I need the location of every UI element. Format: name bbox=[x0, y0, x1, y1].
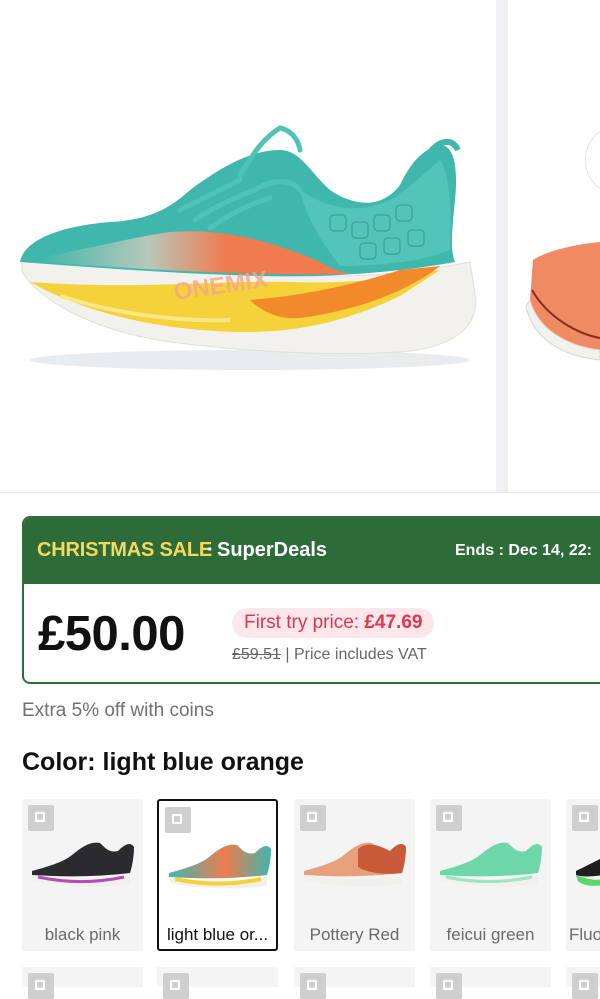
original-price: £59.51 bbox=[232, 646, 281, 663]
next-product-image[interactable] bbox=[508, 0, 600, 493]
shoe-thumbnail bbox=[440, 842, 542, 887]
color-option-label: feicui green bbox=[446, 925, 535, 944]
color-option-black-pink[interactable]: black pink bbox=[22, 799, 143, 951]
sale-end-date: Ends : Dec 14, 22: bbox=[455, 542, 592, 559]
shoe-thumbnail bbox=[32, 842, 134, 887]
sale-separator: · bbox=[207, 539, 214, 561]
vat-note: Price includes VAT bbox=[294, 646, 427, 663]
shoe-illustration: ONEMIX bbox=[20, 125, 477, 370]
shoe-thumbnail bbox=[169, 844, 271, 889]
color-option-label: black pink bbox=[44, 925, 121, 944]
color-option-fluo[interactable]: Fluo bbox=[566, 799, 600, 951]
coins-offer-text: Extra 5% off with coins bbox=[22, 700, 214, 721]
sale-subtitle: SuperDeals bbox=[217, 539, 328, 561]
color-option-row2[interactable] bbox=[430, 967, 551, 999]
zoom-icon[interactable] bbox=[163, 973, 189, 999]
sale-name: CHRISTMAS SALE bbox=[37, 539, 212, 561]
color-option-label: Fluo bbox=[569, 925, 600, 944]
gallery-divider-line bbox=[0, 492, 600, 493]
zoom-icon[interactable] bbox=[300, 973, 326, 999]
shoe-preview-illustration bbox=[525, 242, 600, 361]
shoe-thumbnail bbox=[304, 842, 406, 887]
color-option-row2[interactable] bbox=[294, 967, 415, 999]
zoom-icon[interactable] bbox=[28, 973, 54, 999]
price-divider: | bbox=[285, 646, 290, 663]
first-try-value: £47.69 bbox=[364, 612, 423, 633]
zoom-icon[interactable] bbox=[436, 973, 462, 999]
color-option-row2[interactable] bbox=[566, 967, 600, 999]
current-price: £50.00 bbox=[38, 607, 185, 661]
color-selector-title: Color: light blue orange bbox=[22, 748, 304, 776]
color-option-pottery-red[interactable]: Pottery Red bbox=[294, 799, 415, 951]
gallery-divider bbox=[496, 0, 508, 493]
superdeals-sale-banner: CHRISTMAS SALE · SuperDeals Ends : Dec 1… bbox=[22, 516, 600, 684]
color-option-label: light blue or... bbox=[166, 925, 269, 944]
sale-header: CHRISTMAS SALE · SuperDeals Ends : Dec 1… bbox=[24, 518, 600, 584]
product-image-gallery[interactable]: ONEMIX bbox=[0, 0, 600, 493]
color-option-light-blue-orange[interactable]: light blue or... bbox=[157, 799, 278, 951]
color-option-feicui-green[interactable]: feicui green bbox=[430, 799, 551, 951]
first-try-price-badge: First try price: £47.69 bbox=[232, 608, 435, 638]
color-option-label: Pottery Red bbox=[309, 925, 400, 944]
color-option-row2[interactable] bbox=[22, 967, 143, 999]
main-product-image[interactable]: ONEMIX bbox=[0, 0, 496, 493]
color-option-row2[interactable] bbox=[157, 967, 278, 999]
shoe-thumbnail bbox=[576, 859, 600, 886]
zoom-icon[interactable] bbox=[572, 973, 598, 999]
price-details: £59.51 | Price includes VAT bbox=[232, 646, 427, 664]
first-try-label: First try price: bbox=[244, 612, 360, 633]
